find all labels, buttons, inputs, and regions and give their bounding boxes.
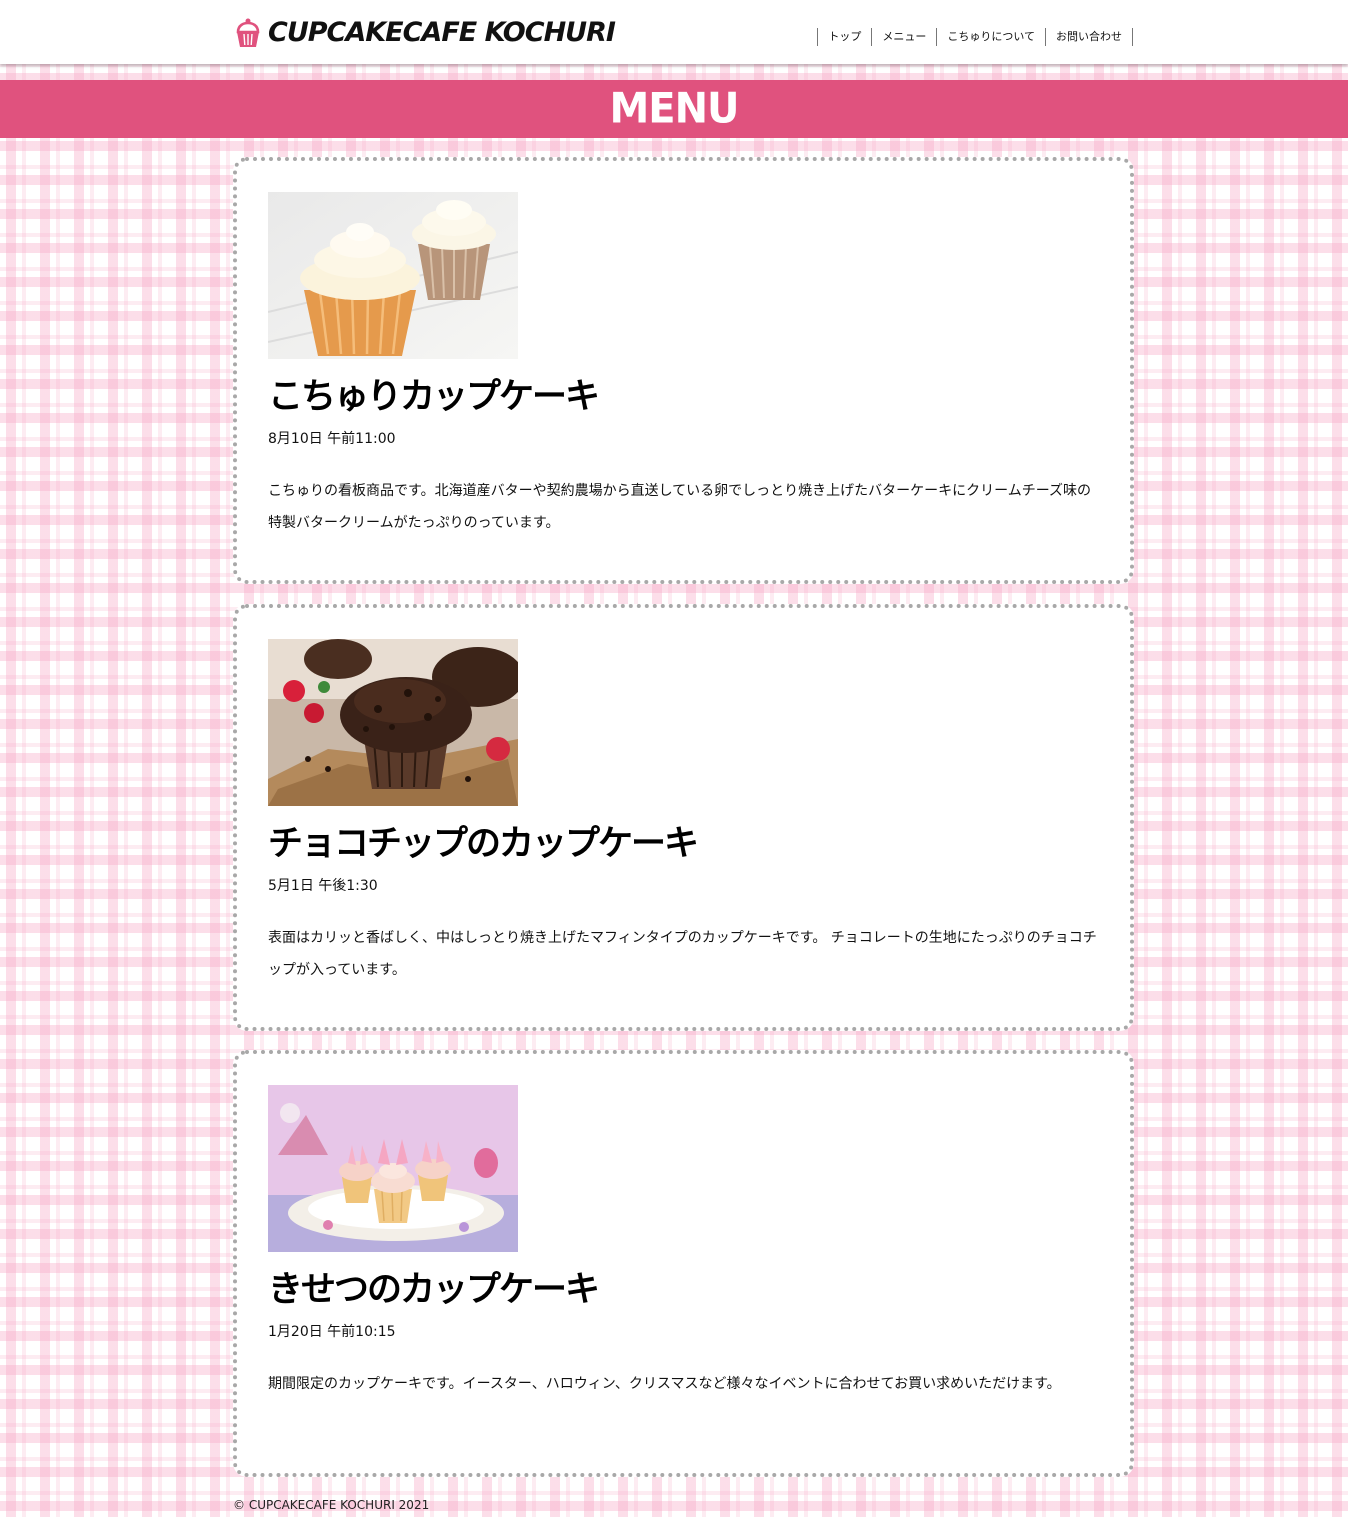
menu-item-title: きせつのカップケーキ: [268, 1270, 600, 1310]
menu-item-date: 8月10日 午前11:00: [268, 431, 396, 447]
menu-item-title: チョコチップのカップケーキ: [268, 824, 699, 864]
page-title: MENU: [609, 84, 739, 134]
menu-item-photo: [268, 192, 518, 359]
menu-item-title: こちゅりカップケーキ: [268, 377, 600, 417]
nav-item-about[interactable]: こちゅりについて: [937, 28, 1046, 46]
menu-item-date: 5月1日 午後1:30: [268, 878, 378, 894]
site-header: CUPCAKECAFE KOCHURI トップ メニュー こちゅりについて お問…: [0, 0, 1348, 64]
menu-card: チョコチップのカップケーキ 5月1日 午後1:30 表面はカリッと香ばしく、中は…: [233, 604, 1134, 1031]
main-nav: トップ メニュー こちゅりについて お問い合わせ: [817, 28, 1133, 46]
menu-item-photo: [268, 1085, 518, 1252]
nav-item-menu[interactable]: メニュー: [872, 28, 938, 46]
nav-item-top[interactable]: トップ: [818, 28, 873, 46]
menu-item-description: 表面はカリッと香ばしく、中はしっとり焼き上げたマフィンタイプのカップケーキです。…: [268, 930, 1097, 978]
footer-copyright: © CUPCAKECAFE KOCHURI 2021: [233, 1498, 430, 1512]
vanilla-cupcake-photo: [268, 192, 518, 359]
seasonal-cupcake-photo: [268, 1085, 518, 1252]
cupcake-icon: [236, 18, 260, 47]
menu-item-description: 期間限定のカップケーキです。イースター、ハロウィン、クリスマスなど様々なイベント…: [268, 1376, 1061, 1392]
site-logo[interactable]: CUPCAKECAFE KOCHURI: [234, 16, 616, 50]
menu-item-date: 1月20日 午前10:15: [268, 1324, 396, 1340]
menu-item-description: こちゅりの看板商品です。北海道産バターや契約農場から直送している卵でしっとり焼き…: [268, 483, 1092, 531]
menu-card: きせつのカップケーキ 1月20日 午前10:15 期間限定のカップケーキです。イ…: [233, 1050, 1134, 1477]
nav-item-contact[interactable]: お問い合わせ: [1046, 28, 1133, 46]
menu-item-photo: [268, 639, 518, 806]
page-banner: MENU: [0, 80, 1348, 138]
chocolate-muffin-photo: [268, 639, 518, 806]
logo-text: CUPCAKECAFE KOCHURI: [268, 17, 616, 48]
menu-card: こちゅりカップケーキ 8月10日 午前11:00 こちゅりの看板商品です。北海道…: [233, 157, 1134, 584]
